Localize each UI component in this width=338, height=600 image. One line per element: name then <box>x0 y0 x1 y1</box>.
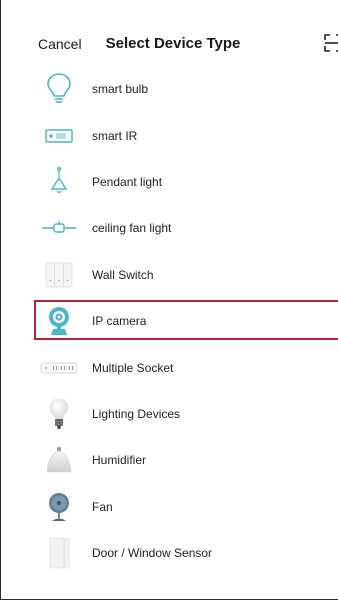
device-label: Fan <box>92 499 113 514</box>
device-label: smart IR <box>92 128 138 143</box>
lighting-bulb-icon <box>39 394 79 434</box>
ceiling-fan-light-icon <box>39 208 79 248</box>
pendant-light-icon <box>39 162 79 202</box>
device-item-multiple-socket[interactable]: Multiple Socket <box>1 344 338 390</box>
ip-camera-icon <box>39 301 79 341</box>
device-label: smart bulb <box>92 82 149 97</box>
device-item-wall-switch[interactable]: Wall Switch <box>1 252 338 298</box>
power-strip-icon <box>39 348 79 388</box>
ir-remote-icon <box>39 116 79 156</box>
device-label: Humidifier <box>92 453 147 468</box>
device-label: IP camera <box>92 314 147 329</box>
wall-switch-icon <box>39 255 79 295</box>
app-frame: Cancel Select Device Type smart bulb sma… <box>0 0 338 600</box>
door-sensor-icon <box>39 533 79 573</box>
device-item-humidifier[interactable]: Humidifier <box>1 437 338 483</box>
device-item-ceiling-fan-light[interactable]: ceiling fan light <box>1 205 338 251</box>
humidifier-icon <box>39 440 79 480</box>
nav-header: Cancel Select Device Type <box>1 26 338 62</box>
device-label: Door / Window Sensor <box>92 546 213 561</box>
device-item-smart-bulb[interactable]: smart bulb <box>1 66 338 112</box>
device-label: Multiple Socket <box>92 360 174 375</box>
cancel-button[interactable]: Cancel <box>38 36 82 52</box>
device-label: ceiling fan light <box>92 221 172 236</box>
bulb-outline-icon <box>39 69 79 109</box>
device-type-list: smart bulb smart IR Pendant light ceilin… <box>1 66 338 576</box>
device-label: Wall Switch <box>92 267 154 282</box>
device-item-fan[interactable]: Fan <box>1 484 338 530</box>
device-item-smart-ir[interactable]: smart IR <box>1 112 338 158</box>
device-item-lighting-devices[interactable]: Lighting Devices <box>1 391 338 437</box>
fan-icon <box>39 487 79 527</box>
device-label: Lighting Devices <box>92 406 181 421</box>
device-item-pendant-light[interactable]: Pendant light <box>1 159 338 205</box>
device-label: Pendant light <box>92 174 163 189</box>
device-item-door-window-sensor[interactable]: Door / Window Sensor <box>1 530 338 576</box>
scan-icon[interactable] <box>324 34 338 52</box>
device-item-ip-camera[interactable]: IP camera <box>1 298 338 344</box>
